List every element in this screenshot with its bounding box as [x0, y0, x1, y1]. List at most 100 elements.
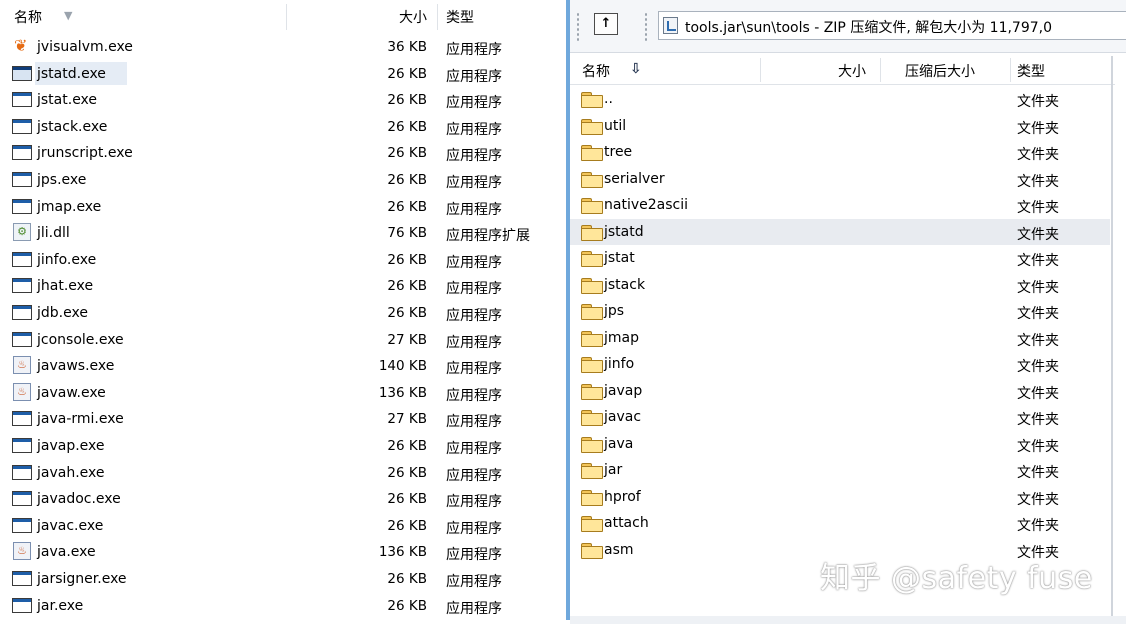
folder-row[interactable]: native2ascii 文件夹 [570, 192, 1110, 219]
folder-type: 文件夹 [1017, 253, 1059, 269]
file-row[interactable]: jmap.exe 26 KB 应用程序 [0, 194, 566, 220]
file-row[interactable]: jrunscript.exe 26 KB 应用程序 [0, 140, 566, 166]
exe-icon [12, 170, 34, 189]
column-type-header[interactable]: 类型 [446, 7, 474, 27]
file-name: jinfo.exe [37, 251, 97, 268]
folder-name: jstack [604, 276, 646, 293]
folder-row[interactable]: java 文件夹 [570, 431, 1110, 458]
sort-arrow-down-icon[interactable]: ⇩ [630, 61, 642, 77]
file-row[interactable]: ⚙ jli.dll 76 KB 应用程序扩展 [0, 220, 566, 246]
zip-column-header: 名称 ⇩ 大小 压缩后大小 类型 [570, 56, 1115, 85]
toolbar-grip[interactable] [576, 12, 580, 42]
file-size: 26 KB [387, 198, 427, 215]
folder-type: 文件夹 [1017, 385, 1059, 402]
file-row[interactable]: javadoc.exe 26 KB 应用程序 [0, 486, 566, 512]
column-compressed-size-header[interactable]: 压缩后大小 [905, 61, 975, 81]
file-row[interactable]: ♨ javaw.exe 136 KB 应用程序 [0, 380, 566, 406]
folder-row[interactable]: jps 文件夹 [570, 298, 1110, 325]
folder-row[interactable]: .. 文件夹 [570, 86, 1110, 113]
folder-name: jmap [604, 329, 639, 346]
file-size: 136 KB [378, 384, 427, 401]
file-size: 26 KB [387, 517, 427, 534]
up-folder-button[interactable]: ↑ [594, 13, 618, 35]
folder-row[interactable]: javap 文件夹 [570, 378, 1110, 405]
file-name: jstatd.exe [37, 65, 106, 82]
column-divider[interactable] [880, 58, 881, 82]
file-row[interactable]: jps.exe 26 KB 应用程序 [0, 167, 566, 193]
file-row[interactable]: jdb.exe 26 KB 应用程序 [0, 300, 566, 326]
file-name: java.exe [37, 544, 96, 561]
file-row[interactable]: jstack.exe 26 KB 应用程序 [0, 114, 566, 140]
file-type: 应用程序 [446, 334, 502, 351]
column-divider[interactable] [1010, 58, 1011, 82]
folder-row[interactable]: jstack 文件夹 [570, 272, 1110, 299]
exe-icon [12, 303, 34, 322]
file-row[interactable]: jar.exe 26 KB 应用程序 [0, 593, 566, 619]
folder-row[interactable]: jinfo 文件夹 [570, 351, 1110, 378]
sort-chevron-down-icon[interactable]: ▼ [64, 9, 72, 22]
file-row[interactable]: jstat.exe 26 KB 应用程序 [0, 87, 566, 113]
folder-row[interactable]: attach 文件夹 [570, 510, 1110, 537]
folder-type: 文件夹 [1017, 306, 1059, 322]
folder-type: 文件夹 [1017, 94, 1059, 110]
column-divider[interactable] [760, 58, 761, 82]
explorer-file-list: 名称 ▼ 大小 类型 ❦ jvisualvm.exe 36 KB 应用程序 jstatd… [0, 0, 566, 624]
folder-row[interactable]: javac 文件夹 [570, 404, 1110, 431]
file-size: 26 KB [387, 571, 427, 587]
zip-archive-icon [663, 17, 678, 34]
file-type: 应用程序 [446, 467, 502, 484]
column-divider[interactable] [437, 4, 438, 30]
file-type: 应用程序 [446, 361, 502, 378]
file-row[interactable]: jstatd.exe 26 KB 应用程序 [0, 61, 566, 87]
folder-row[interactable]: tree 文件夹 [570, 139, 1110, 166]
folder-row[interactable]: jstatd 文件夹 [570, 218, 1110, 246]
file-row[interactable]: ♨ java.exe 136 KB 应用程序 [0, 539, 566, 565]
folder-name: javac [604, 409, 642, 425]
column-name-header[interactable]: 名称 [582, 61, 610, 81]
toolbar-grip[interactable] [644, 12, 648, 42]
folder-row[interactable]: jmap 文件夹 [570, 325, 1110, 352]
exe-icon [12, 117, 34, 136]
folder-row[interactable]: util 文件夹 [570, 113, 1110, 140]
column-name-header[interactable]: 名称 [14, 7, 42, 27]
folder-name: attach [604, 515, 649, 531]
folder-type: 文件夹 [1017, 120, 1059, 137]
file-row[interactable]: java-rmi.exe 27 KB 应用程序 [0, 406, 566, 432]
file-row[interactable]: javap.exe 26 KB 应用程序 [0, 433, 566, 459]
file-name: jli.dll [37, 225, 70, 242]
file-row[interactable]: javac.exe 26 KB 应用程序 [0, 513, 566, 539]
file-size: 26 KB [387, 92, 427, 109]
path-address-bar[interactable]: tools.jar\sun\tools - ZIP 压缩文件, 解包大小为 11… [658, 11, 1126, 40]
folder-name: jps [604, 303, 625, 319]
column-divider[interactable] [286, 4, 287, 30]
folder-type: 文件夹 [1017, 226, 1059, 243]
folder-row[interactable]: jar 文件夹 [570, 457, 1110, 484]
file-row[interactable]: jarsigner.exe 26 KB 应用程序 [0, 566, 566, 592]
folder-row[interactable]: jstat 文件夹 [570, 245, 1110, 272]
folder-name: jinfo [604, 356, 635, 372]
folder-icon [581, 171, 603, 188]
vertical-scrollbar[interactable] [1111, 56, 1113, 616]
file-row[interactable]: jhat.exe 26 KB 应用程序 [0, 273, 566, 299]
folder-icon [581, 145, 603, 161]
file-row[interactable]: jconsole.exe 27 KB 应用程序 [0, 327, 566, 353]
file-type: 应用程序 [446, 121, 502, 138]
file-row[interactable]: ♨ javaws.exe 140 KB 应用程序 [0, 353, 566, 379]
folder-name: javap [604, 382, 643, 399]
folder-row[interactable]: hprof 文件夹 [570, 484, 1110, 511]
file-type: 应用程序 [446, 520, 502, 537]
file-type: 应用程序 [446, 600, 502, 617]
folder-icon [581, 410, 603, 426]
java-icon: ♨ [12, 542, 34, 561]
column-type-header[interactable]: 类型 [1017, 61, 1045, 81]
file-row[interactable]: ❦ jvisualvm.exe 36 KB 应用程序 [0, 34, 566, 60]
column-size-header[interactable]: 大小 [838, 61, 866, 81]
file-row[interactable]: jinfo.exe 26 KB 应用程序 [0, 247, 566, 273]
jvisualvm-icon: ❦ [14, 36, 28, 55]
arrow-up-icon: ↑ [600, 16, 612, 31]
file-type: 应用程序 [446, 281, 502, 298]
folder-row[interactable]: serialver 文件夹 [570, 166, 1110, 193]
file-type: 应用程序 [446, 308, 502, 324]
file-row[interactable]: javah.exe 26 KB 应用程序 [0, 460, 566, 486]
column-size-header[interactable]: 大小 [290, 7, 427, 27]
